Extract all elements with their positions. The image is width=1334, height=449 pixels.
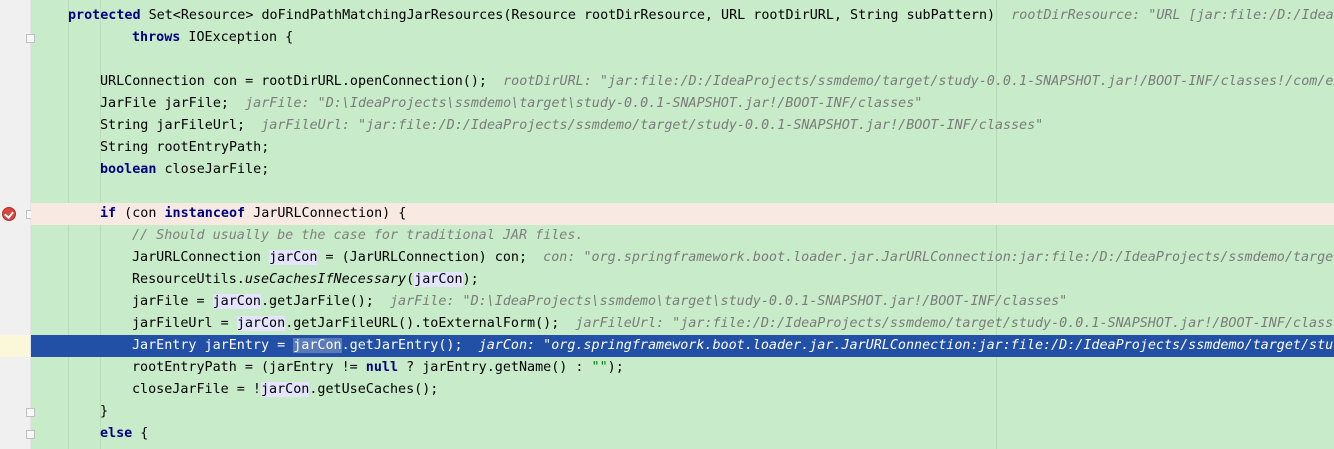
inline-debug-value: jarCon: "org.springframework.boot.loader… — [462, 338, 1334, 353]
inline-debug-value: con: "org.springframework.boot.loader.ja… — [527, 250, 1334, 265]
code-area[interactable]: protected Set<Resource> doFindPathMatchi… — [31, 0, 1334, 449]
keyword: instanceof — [164, 206, 246, 221]
inline-debug-value: rootDirResource: "URL [jar:file:/D:/Idea… — [995, 8, 1334, 23]
highlighted-variable: jarCon — [236, 316, 286, 331]
code-text: Set<Resource> doFindPathMatchingJarResou… — [140, 8, 996, 23]
keyword: protected — [68, 8, 141, 23]
code-line[interactable]: boolean closeJarFile; — [31, 159, 1334, 181]
code-line[interactable]: ResourceUtils.useCachesIfNecessary(jarCo… — [31, 269, 1334, 291]
code-line[interactable]: JarFile jarFile; jarFile: "D:\IdeaProjec… — [31, 93, 1334, 115]
keyword: else — [100, 426, 133, 441]
code-text: jarFile = — [132, 294, 213, 309]
breakpoint-verified-icon[interactable] — [2, 207, 16, 221]
code-line[interactable]: String jarFileUrl; jarFileUrl: "jar:file… — [31, 115, 1334, 137]
code-text: rootEntryPath = (jarEntry != — [132, 360, 366, 375]
code-text: ResourceUtils. — [132, 272, 245, 287]
inline-debug-value: jarFileUrl: "jar:file:/D:/IdeaProjects/s… — [245, 118, 1044, 133]
code-line[interactable]: String rootEntryPath; — [31, 137, 1334, 159]
inline-debug-value: jarFile: "D:\IdeaProjects\ssmdemo\target… — [373, 294, 1068, 309]
highlighted-variable: jarCon — [414, 272, 463, 287]
code-text: .getUseCaches(); — [309, 382, 439, 397]
highlighted-variable: jarCon — [261, 382, 310, 397]
code-line[interactable]: rootEntryPath = (jarEntry != null ? jarE… — [31, 357, 1334, 379]
code-text: } — [100, 404, 109, 419]
code-line-current-execution[interactable]: JarEntry jarEntry = jarCon.getJarEntry()… — [31, 335, 1334, 357]
code-text: .getJarEntry(); — [341, 338, 463, 353]
code-line[interactable]: jarFileUrl = jarCon.getJarFileURL().toEx… — [31, 313, 1334, 335]
code-line[interactable]: } — [31, 401, 1334, 423]
code-text: ); — [462, 272, 479, 287]
code-comment: // Should usually be the case for tradit… — [132, 228, 584, 243]
highlighted-variable: jarCon — [293, 338, 342, 353]
code-line[interactable]: jarFile = jarCon.getJarFile(); jarFile: … — [31, 291, 1334, 313]
code-text: JarEntry jarEntry = — [132, 338, 294, 353]
code-text: IOException { — [180, 30, 294, 45]
code-text: String jarFileUrl; — [100, 118, 246, 133]
keyword: null — [365, 360, 399, 375]
code-text: jarFileUrl = — [132, 316, 237, 331]
code-text: (con — [116, 206, 165, 221]
code-text: closeJarFile = ! — [132, 382, 261, 397]
code-editor[interactable]: protected Set<Resource> doFindPathMatchi… — [0, 0, 1334, 449]
code-text: { — [132, 426, 149, 441]
code-text: ); — [607, 360, 624, 375]
code-text: .getJarFileURL().toExternalForm(); — [285, 316, 560, 331]
code-line[interactable]: throws IOException { — [31, 27, 1334, 49]
inline-debug-value: rootDirURL: "jar:file:/D:/IdeaProjects/s… — [486, 74, 1334, 89]
inline-debug-value: jarFile: "D:\IdeaProjects\ssmdemo\target… — [229, 96, 923, 111]
code-text: = (JarURLConnection) con; — [317, 250, 528, 265]
code-text: ( — [406, 272, 415, 287]
code-text: String rootEntryPath; — [100, 140, 270, 155]
code-line[interactable]: URLConnection con = rootDirURL.openConne… — [31, 71, 1334, 93]
code-text: .getJarFile(); — [261, 294, 374, 309]
code-text: closeJarFile; — [156, 162, 270, 177]
code-line[interactable]: else { — [31, 423, 1334, 445]
highlighted-variable: jarCon — [212, 294, 261, 309]
code-text: ? jarEntry.getName() : — [398, 360, 592, 375]
code-line[interactable]: // Should usually be the case for tradit… — [31, 225, 1334, 247]
code-text: JarFile jarFile; — [100, 96, 229, 111]
code-text: JarURLConnection — [132, 250, 270, 265]
static-method-call: useCachesIfNecessary — [244, 272, 407, 287]
keyword: boolean — [100, 162, 157, 177]
current-line-gutter-marker — [0, 335, 30, 357]
keyword: if — [100, 206, 117, 221]
string-literal: "" — [591, 360, 608, 375]
highlighted-variable: jarCon — [269, 250, 318, 265]
code-text: URLConnection con = rootDirURL.openConne… — [100, 74, 487, 89]
editor-gutter[interactable] — [0, 0, 35, 449]
code-line-breakpoint[interactable]: if (con instanceof JarURLConnection) { — [31, 203, 1334, 225]
keyword: throws — [132, 30, 181, 45]
code-line[interactable]: JarURLConnection jarCon = (JarURLConnect… — [31, 247, 1334, 269]
code-text: JarURLConnection) { — [245, 206, 407, 221]
inline-debug-value: jarFileUrl: "jar:file:/D:/IdeaProjects/s… — [559, 316, 1334, 331]
code-line[interactable]: closeJarFile = !jarCon.getUseCaches(); — [31, 379, 1334, 401]
code-line[interactable]: protected Set<Resource> doFindPathMatchi… — [31, 5, 1334, 27]
